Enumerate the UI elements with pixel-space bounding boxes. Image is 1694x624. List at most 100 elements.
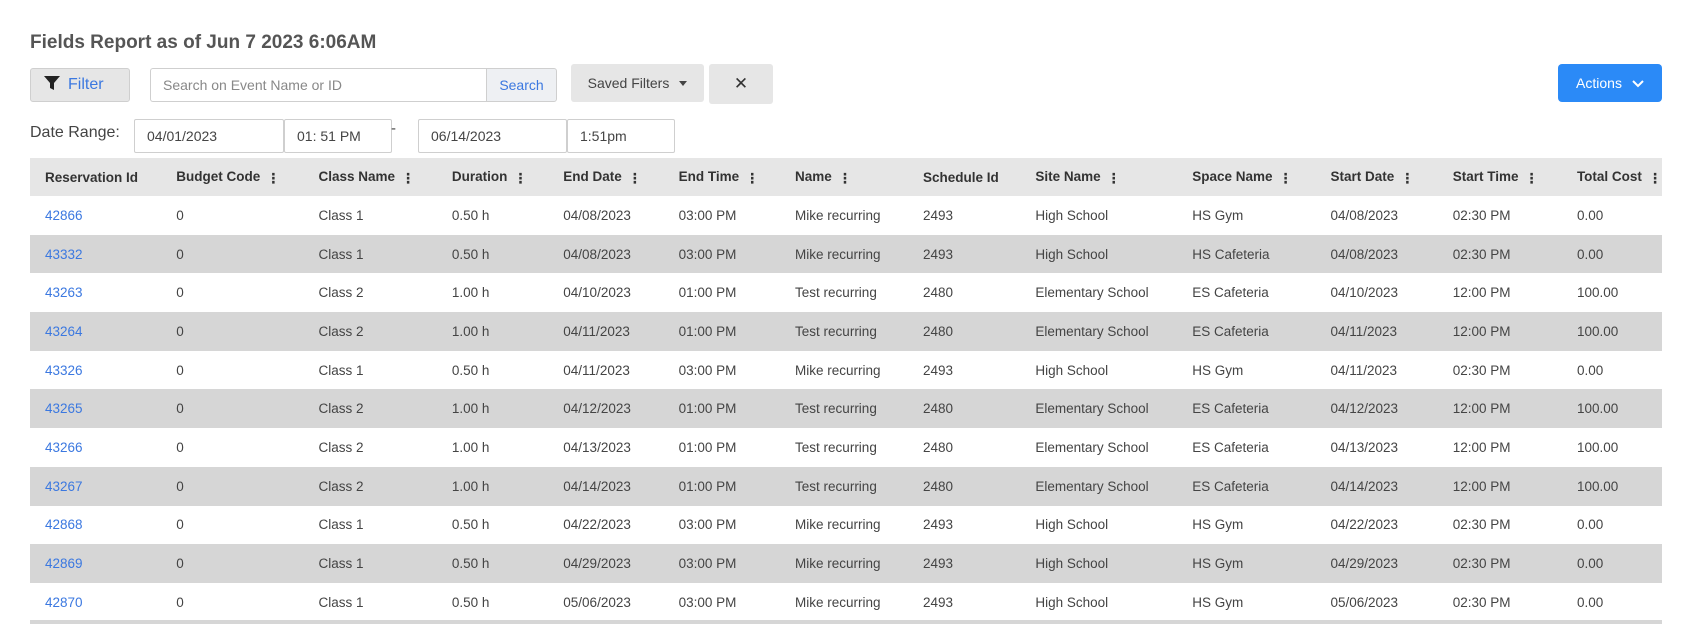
reservation-id-link[interactable]: 43267 bbox=[30, 467, 161, 506]
cell-duration: 1.00 h bbox=[451, 285, 490, 301]
table-row[interactable]: 42869 0 Class 1 0.50 h 04/29/2023 03:00 PM Mik… bbox=[30, 544, 1662, 583]
cell-start-time: 02:30 PM bbox=[1452, 556, 1511, 572]
column-header-class-name[interactable]: Class Name ⋮ bbox=[304, 158, 437, 196]
table-row[interactable]: 43265 0 Class 2 1.00 h 04/12/2023 01:00 PM Tes… bbox=[30, 389, 1662, 429]
end-time-input[interactable] bbox=[567, 119, 675, 153]
column-menu-icon[interactable]: ⋮ bbox=[1107, 171, 1121, 185]
cell-site-name: High School bbox=[1035, 207, 1109, 223]
table-row[interactable]: 43264 0 Class 2 1.00 h 04/11/2023 01:00 PM Tes… bbox=[30, 312, 1662, 351]
cell-class-name: Class 1 bbox=[318, 556, 364, 572]
table-row[interactable]: 43326 0 Class 1 0.50 h 04/11/2023 03:00 PM Mik… bbox=[30, 351, 1662, 390]
column-header-duration[interactable]: Duration ⋮ bbox=[437, 158, 548, 196]
table-row[interactable]: 42868 0 Class 1 0.50 h 04/22/2023 03:00 PM Mik… bbox=[30, 506, 1662, 545]
cell-start-time: 02:30 PM bbox=[1452, 362, 1511, 378]
reservation-id-link[interactable]: 42866 bbox=[30, 196, 161, 235]
column-menu-icon[interactable]: ⋮ bbox=[628, 171, 642, 185]
table-row[interactable]: 42866 0 Class 1 0.50 h 04/08/2023 03:00 PM Mik… bbox=[30, 196, 1662, 235]
column-header-end-date[interactable]: End Date ⋮ bbox=[548, 158, 663, 196]
cell-end-date: 04/10/2023 bbox=[563, 285, 631, 301]
cell-start-date: 04/11/2023 bbox=[1330, 362, 1398, 378]
column-header-start-date[interactable]: Start Date ⋮ bbox=[1315, 158, 1437, 196]
reservation-id-link[interactable]: 43266 bbox=[30, 428, 161, 467]
start-date-input[interactable] bbox=[134, 119, 284, 153]
cell-budget-code: 0 bbox=[176, 246, 184, 262]
column-menu-icon[interactable]: ⋮ bbox=[838, 171, 852, 185]
cell-total-cost: 100.00 bbox=[1576, 478, 1619, 494]
reservation-id-link[interactable]: 42870 bbox=[30, 583, 161, 622]
column-menu-icon[interactable]: ⋮ bbox=[1524, 171, 1538, 185]
cell-start-date: 04/10/2023 bbox=[1330, 285, 1399, 301]
cell-start-time: 02:30 PM bbox=[1452, 207, 1511, 223]
cell-end-time: 03:00 PM bbox=[678, 556, 737, 572]
cell-duration: 0.50 h bbox=[451, 517, 490, 533]
cell-name: Mike recurring bbox=[795, 556, 881, 572]
column-header-budget-code[interactable]: Budget Code ⋮ bbox=[161, 158, 303, 196]
cell-total-cost: 0.00 bbox=[1576, 556, 1604, 572]
cell-budget-code: 0 bbox=[176, 362, 184, 378]
column-header-label: Reservation Id bbox=[45, 169, 139, 185]
cell-start-date: 05/06/2023 bbox=[1330, 594, 1399, 610]
cell-space-name: HS Gym bbox=[1192, 517, 1244, 533]
cell-class-name: Class 2 bbox=[318, 478, 364, 494]
reservation-id-link[interactable]: 42868 bbox=[30, 506, 161, 545]
column-header-label: Duration bbox=[451, 169, 508, 185]
cell-start-date: 04/29/2023 bbox=[1330, 556, 1399, 572]
end-date-input[interactable] bbox=[418, 119, 567, 153]
start-time-input[interactable] bbox=[284, 119, 392, 153]
search-button[interactable]: Search bbox=[486, 68, 557, 102]
column-header-end-time[interactable]: End Time ⋮ bbox=[664, 158, 780, 196]
reservation-id-link[interactable]: 42869 bbox=[30, 544, 161, 583]
search-input[interactable] bbox=[150, 68, 486, 102]
reservation-id-link[interactable]: 43263 bbox=[30, 273, 161, 312]
column-menu-icon[interactable]: ⋮ bbox=[1400, 171, 1414, 185]
actions-button[interactable]: Actions bbox=[1558, 64, 1662, 102]
saved-filters-label: Saved Filters bbox=[587, 75, 670, 91]
table-row[interactable]: 43332 0 Class 1 0.50 h 04/08/2023 03:00 PM Mik… bbox=[30, 234, 1662, 274]
column-header-schedule-id[interactable]: Schedule Id bbox=[908, 158, 1020, 196]
clear-filters-button[interactable]: ✕ bbox=[709, 64, 773, 104]
cell-total-cost: 0.00 bbox=[1576, 362, 1604, 378]
cell-name: Mike recurring bbox=[795, 594, 881, 610]
cell-name: Test recurring bbox=[795, 401, 877, 417]
table-row-partial bbox=[30, 620, 1662, 624]
cell-space-name: ES Cafeteria bbox=[1192, 439, 1269, 455]
table-row[interactable]: 43263 0 Class 2 1.00 h 04/10/2023 01:00 PM Tes… bbox=[30, 273, 1662, 312]
saved-filters-dropdown[interactable]: Saved Filters bbox=[571, 64, 704, 102]
caret-down-icon bbox=[679, 80, 688, 86]
column-header-label: Start Date bbox=[1330, 169, 1395, 185]
column-header-start-time[interactable]: Start Time ⋮ bbox=[1438, 158, 1562, 196]
column-menu-icon[interactable]: ⋮ bbox=[745, 171, 759, 185]
table-row[interactable]: 43266 0 Class 2 1.00 h 04/13/2023 01:00 PM Tes… bbox=[30, 428, 1662, 467]
column-header-space-name[interactable]: Space Name ⋮ bbox=[1177, 158, 1315, 196]
cell-budget-code: 0 bbox=[176, 439, 184, 455]
cell-duration: 1.00 h bbox=[451, 439, 490, 455]
cell-site-name: Elementary School bbox=[1035, 285, 1149, 301]
column-header-site-name[interactable]: Site Name ⋮ bbox=[1020, 158, 1177, 196]
column-header-reservation-id[interactable]: Reservation Id bbox=[30, 158, 161, 196]
column-menu-icon[interactable]: ⋮ bbox=[266, 171, 280, 185]
cell-space-name: ES Cafeteria bbox=[1192, 285, 1269, 301]
column-menu-icon[interactable]: ⋮ bbox=[401, 171, 415, 185]
filter-button[interactable]: Filter bbox=[30, 68, 130, 102]
cell-schedule-id: 2493 bbox=[922, 207, 954, 223]
column-header-name[interactable]: Name ⋮ bbox=[780, 158, 908, 196]
cell-total-cost: 100.00 bbox=[1576, 285, 1619, 301]
cell-end-date: 04/13/2023 bbox=[563, 439, 631, 455]
column-menu-icon[interactable]: ⋮ bbox=[513, 171, 527, 185]
reservation-id-link[interactable]: 43264 bbox=[30, 312, 161, 351]
reservation-id-link[interactable]: 43265 bbox=[30, 389, 161, 428]
cell-end-time: 03:00 PM bbox=[678, 207, 737, 223]
column-menu-icon[interactable]: ⋮ bbox=[1648, 171, 1662, 185]
column-menu-icon[interactable]: ⋮ bbox=[1279, 171, 1293, 185]
reservation-id-link[interactable]: 43326 bbox=[30, 351, 161, 390]
table-row[interactable]: 43267 0 Class 2 1.00 h 04/14/2023 01:00 PM Tes… bbox=[30, 466, 1662, 506]
column-header-label: End Date bbox=[563, 169, 622, 185]
cell-total-cost: 100.00 bbox=[1576, 323, 1619, 339]
table-header-row: Reservation Id Budget Code ⋮ Class Name ⋮ Dur… bbox=[30, 158, 1662, 196]
cell-end-date: 04/22/2023 bbox=[563, 517, 631, 533]
reservation-id-link[interactable]: 43332 bbox=[30, 235, 161, 274]
column-header-total-cost[interactable]: Total Cost ⋮ bbox=[1562, 158, 1662, 196]
cell-class-name: Class 2 bbox=[318, 323, 364, 339]
table-row[interactable]: 42870 0 Class 1 0.50 h 05/06/2023 03:00 PM Mik… bbox=[30, 583, 1662, 622]
cell-start-time: 02:30 PM bbox=[1452, 246, 1511, 262]
